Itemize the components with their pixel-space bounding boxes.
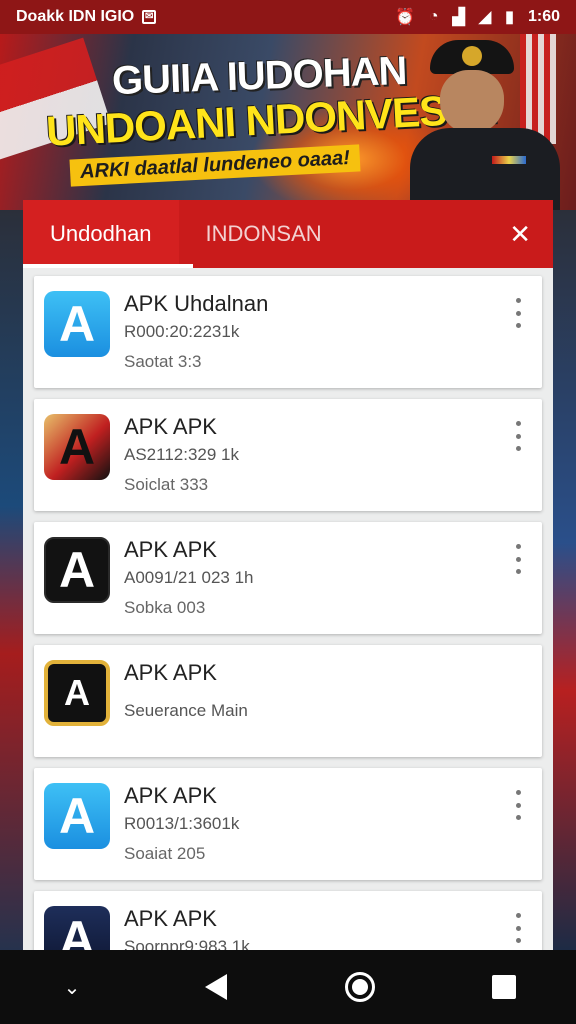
app-list-panel: Undodhan INDONSAN ✕ A APK Uhdalnan R000:… <box>23 200 553 950</box>
home-icon <box>345 972 375 1002</box>
background-right-decoration <box>550 210 576 950</box>
more-options-icon[interactable] <box>508 421 528 451</box>
list-item[interactable]: A APK Uhdalnan R000:20:2231k Saotat 3:3 <box>34 276 542 388</box>
status-left-text: Doakk IDN IGIO <box>16 8 135 25</box>
system-nav-bar: ⌄ <box>0 950 576 1024</box>
app-title: APK APK <box>124 414 217 439</box>
app-a-navy-icon: A <box>44 906 110 950</box>
app-a-warm-icon: A <box>44 414 110 480</box>
status-bar: Doakk IDN IGIO ✉ ⏰ ◔ ▟ ◢ ▮ 1:60 <box>0 0 576 34</box>
app-title: APK APK <box>124 906 217 931</box>
more-options-icon[interactable] <box>508 790 528 820</box>
list-item[interactable]: A APK APK A0091/21 023 1h Sobka 003 <box>34 522 542 634</box>
list-item[interactable]: A APK APK AS2112:329 1k Soiclat 333 <box>34 399 542 511</box>
app-subtitle: AS2112:329 1k <box>124 445 239 464</box>
back-icon <box>205 974 227 1000</box>
more-options-icon[interactable] <box>508 913 528 943</box>
app-subtitle: R0013/1:3601k <box>124 814 240 833</box>
app-subtitle: Seuerance Main <box>124 701 248 720</box>
app-meta: Soiclat 333 <box>124 475 209 494</box>
tab-undodhan[interactable]: Undodhan <box>23 200 179 268</box>
tab-indonsan[interactable]: INDONSAN <box>179 200 349 268</box>
alarm-icon: ⏰ <box>394 9 415 26</box>
nav-home-button[interactable] <box>340 967 380 1007</box>
app-title: APK Uhdalnan <box>124 291 269 316</box>
app-a-round-icon: A <box>44 660 110 726</box>
app-subtitle: Soornpr9:983 1k <box>124 937 250 950</box>
promo-banner[interactable]: GUIIA IUDOHAN UNDOANI NDONVESIAI ARKI da… <box>0 34 576 210</box>
app-a-blue-red-icon: A <box>44 783 110 849</box>
nav-recents-button[interactable] <box>484 967 524 1007</box>
notification-icon: ✉ <box>142 10 157 24</box>
wifi-icon: ◔ <box>428 8 439 25</box>
app-title: APK APK <box>124 783 217 808</box>
app-meta: Sobka 003 <box>124 598 206 617</box>
battery-icon: ▮ <box>505 9 514 26</box>
list-item[interactable]: A APK APK Seuerance Main <box>34 645 542 757</box>
chevron-down-icon: ⌄ <box>63 976 81 999</box>
app-subtitle: R000:20:2231k <box>124 322 240 341</box>
app-a-blue-icon: A <box>44 291 110 357</box>
more-options-icon[interactable] <box>508 544 528 574</box>
nav-collapse-button[interactable]: ⌄ <box>52 967 92 1007</box>
app-meta: Saotat 3:3 <box>124 352 202 371</box>
app-title: APK APK <box>124 660 217 685</box>
signal-strength-icon: ◢ <box>478 9 492 26</box>
officer-illustration <box>410 40 560 210</box>
app-a-dark-icon: A <box>44 537 110 603</box>
list-item[interactable]: A APK APK R0013/1:3601k Soaiat 205 <box>34 768 542 880</box>
app-subtitle: A0091/21 023 1h <box>124 568 254 587</box>
status-time: 1:60 <box>527 8 560 25</box>
tab-bar: Undodhan INDONSAN ✕ <box>23 200 553 268</box>
app-meta: Soaiat 205 <box>124 844 206 863</box>
signal-icon: ▟ <box>452 9 465 26</box>
nav-back-button[interactable] <box>196 967 236 1007</box>
close-icon[interactable]: ✕ <box>509 219 531 250</box>
recents-icon <box>492 975 516 999</box>
app-title: APK APK <box>124 537 217 562</box>
list-item[interactable]: A APK APK Soornpr9:983 1k <box>34 891 542 950</box>
more-options-icon[interactable] <box>508 298 528 328</box>
app-list: A APK Uhdalnan R000:20:2231k Saotat 3:3 … <box>23 268 553 950</box>
